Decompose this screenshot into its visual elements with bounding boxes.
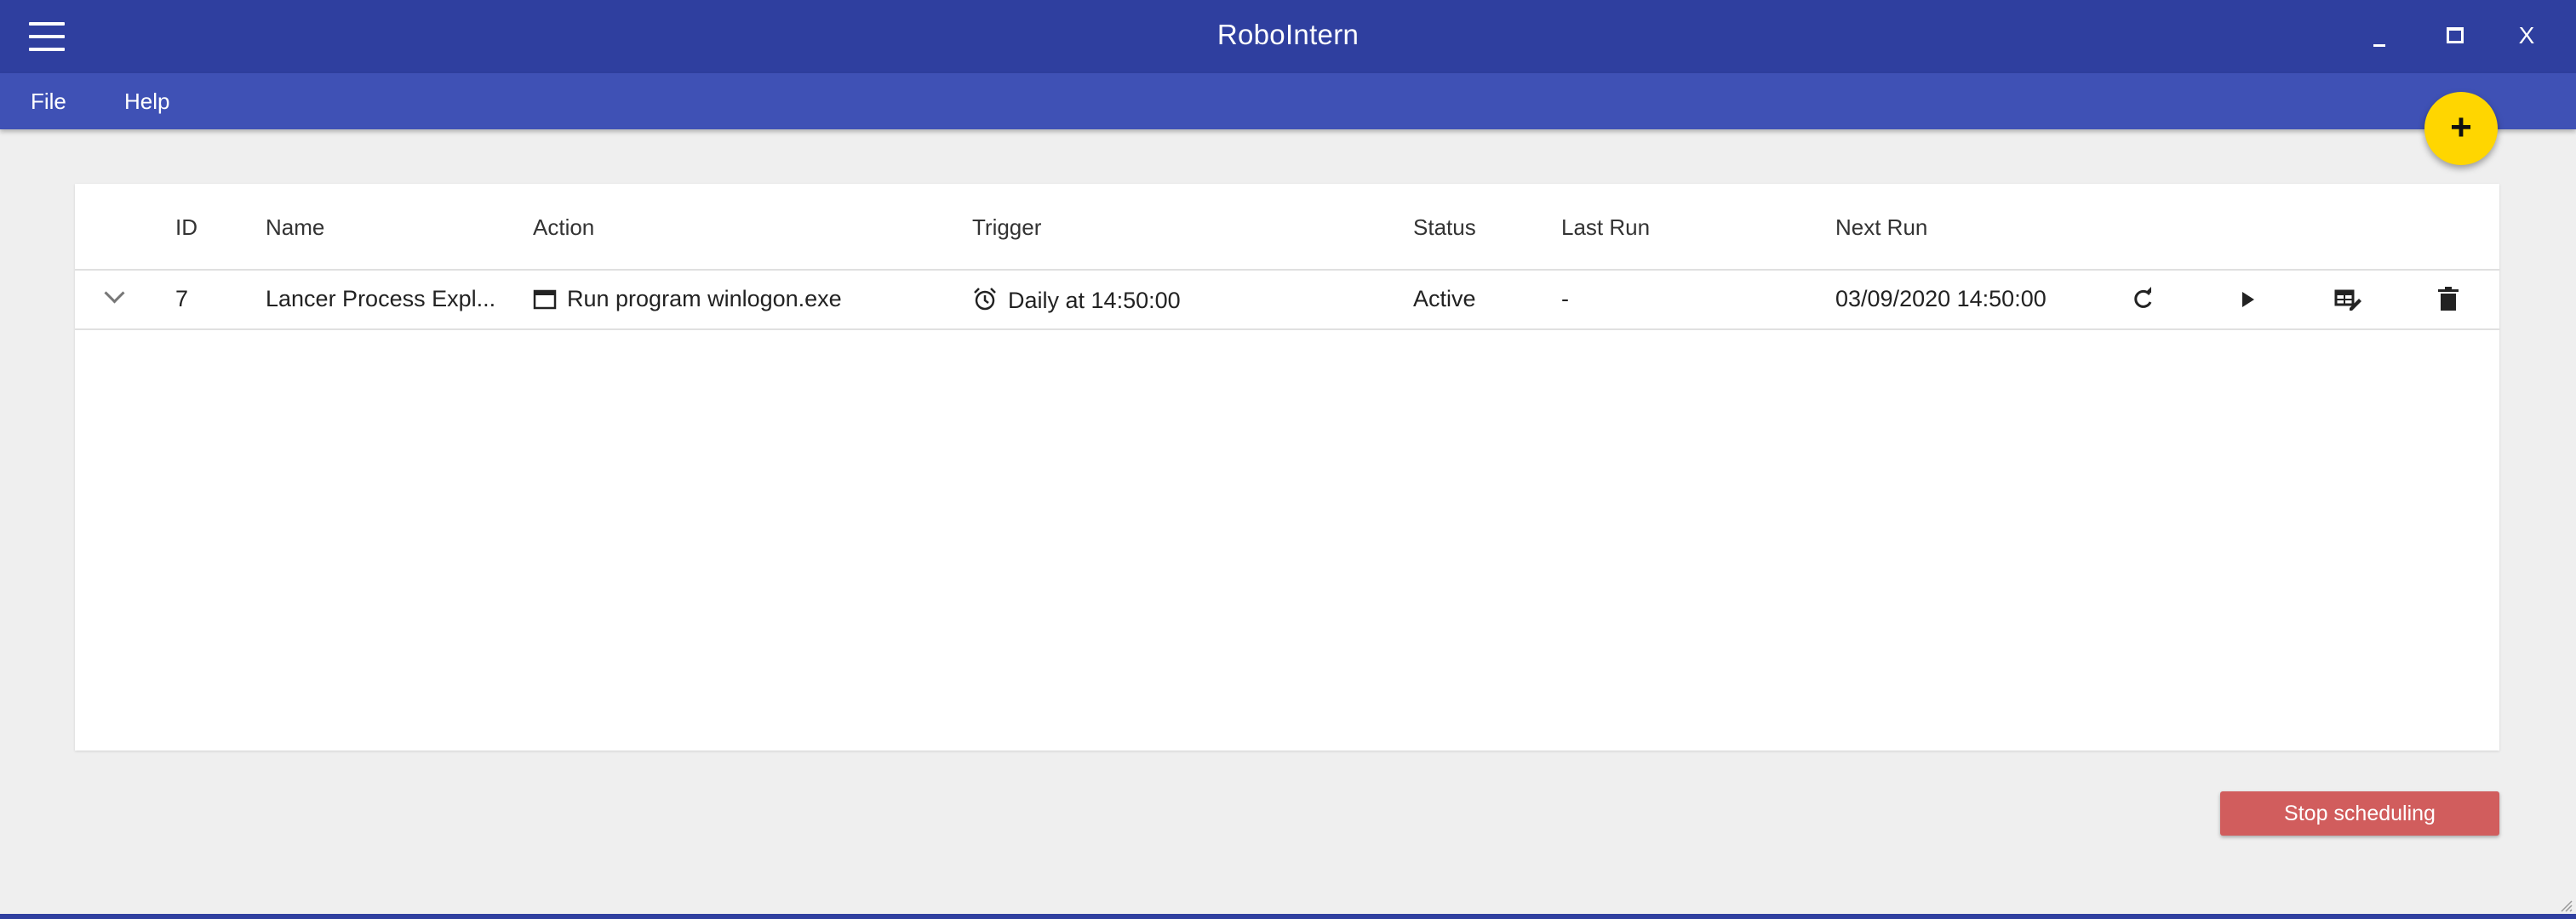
column-header-status[interactable]: Status <box>1413 214 1476 241</box>
delete-icon[interactable] <box>2431 283 2465 317</box>
task-table: ID Name Action Trigger Status Last Run N… <box>75 184 2499 751</box>
cell-action: Run program winlogon.exe <box>533 286 842 312</box>
resize-grip-icon[interactable] <box>2557 897 2573 912</box>
column-header-action[interactable]: Action <box>533 214 594 241</box>
window-title: RoboIntern <box>1216 19 1360 50</box>
cell-action-text: Run program winlogon.exe <box>567 286 842 311</box>
stop-scheduling-button[interactable]: Stop scheduling <box>2220 791 2499 836</box>
cell-next-run: 03/09/2020 14:50:00 <box>1835 286 2046 311</box>
title-bar: RoboIntern X <box>0 0 2576 73</box>
menu-help[interactable]: Help <box>124 88 169 115</box>
menu-file[interactable]: File <box>31 88 66 115</box>
alarm-clock-icon <box>974 288 996 311</box>
edit-table-icon[interactable] <box>2331 283 2365 317</box>
maximize-button[interactable] <box>2428 14 2479 61</box>
column-header-trigger[interactable]: Trigger <box>972 214 1041 241</box>
refresh-icon[interactable] <box>2127 283 2161 317</box>
cell-id: 7 <box>175 286 189 311</box>
cell-status: Active <box>1413 286 1476 311</box>
table-row[interactable]: 7 Lancer Process Expl... Run program win… <box>75 269 2499 330</box>
add-task-button[interactable]: + <box>2424 92 2498 165</box>
window-icon <box>533 289 557 310</box>
column-header-id[interactable]: ID <box>175 214 197 241</box>
menu-bar: File Help <box>0 73 2576 129</box>
play-icon[interactable] <box>2230 283 2264 317</box>
close-button[interactable]: X <box>2501 14 2552 61</box>
column-header-next-run[interactable]: Next Run <box>1835 214 1927 241</box>
minimize-button[interactable] <box>2355 14 2406 61</box>
column-header-name[interactable]: Name <box>266 214 324 241</box>
table-header: ID Name Action Trigger Status Last Run N… <box>75 184 2499 271</box>
window-bottom-border <box>0 914 2576 919</box>
cell-trigger: Daily at 14:50:00 <box>972 286 1181 314</box>
cell-last-run: - <box>1561 286 1569 311</box>
chevron-down-icon[interactable] <box>99 281 133 315</box>
cell-name: Lancer Process Expl... <box>266 286 496 311</box>
cell-trigger-text: Daily at 14:50:00 <box>1008 288 1181 313</box>
column-header-last-run[interactable]: Last Run <box>1561 214 1650 241</box>
